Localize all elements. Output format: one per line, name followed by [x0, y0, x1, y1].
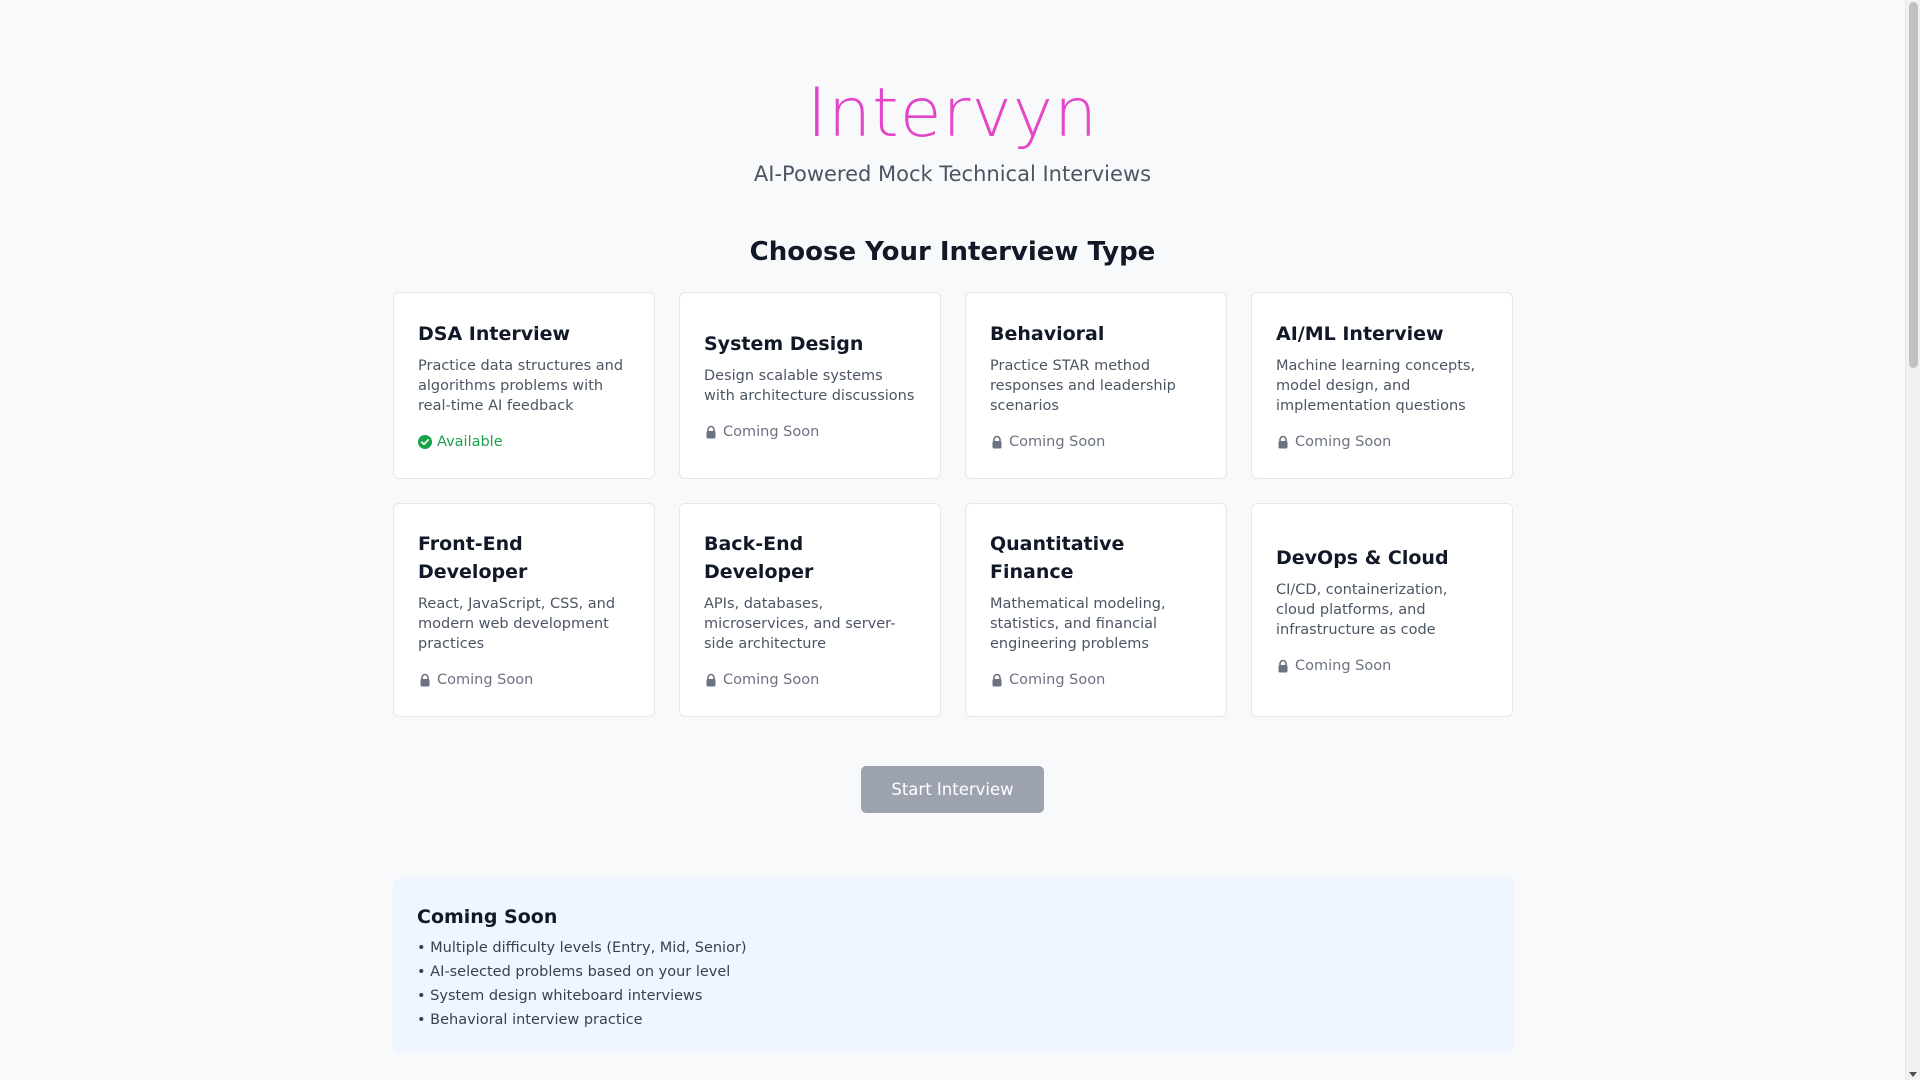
status-badge: Coming Soon — [990, 670, 1202, 690]
scrollbar-thumb[interactable] — [1909, 2, 1918, 368]
status-label: Coming Soon — [723, 672, 820, 688]
card-front-end-developer[interactable]: Front-End Developer React, JavaScript, C… — [393, 503, 655, 717]
card-ai-ml-interview[interactable]: AI/ML Interview Machine learning concept… — [1251, 292, 1513, 479]
list-item: • AI-selected problems based on your lev… — [417, 964, 731, 980]
card-system-design[interactable]: System Design Design scalable systems wi… — [679, 292, 941, 479]
page-scrollbar[interactable] — [1905, 0, 1920, 1080]
status-label: Coming Soon — [437, 672, 534, 688]
section-title: Choose Your Interview Type — [749, 237, 1156, 267]
list-item: • Behavioral interview practice — [417, 1012, 643, 1028]
status-label: Available — [437, 433, 503, 450]
coming-soon-title: Coming Soon — [417, 906, 558, 928]
app-logo: Intervyn — [0, 74, 1905, 154]
card-description: CI/CD, containerization, cloud platforms… — [1276, 582, 1448, 638]
page: Intervyn AI-Powered Mock Technical Inter… — [0, 0, 1905, 1080]
card-description: Practice data structures and algorithms … — [418, 357, 624, 414]
status-badge: Coming Soon — [704, 422, 916, 442]
card-description: APIs, databases, microservices, and serv… — [704, 596, 896, 652]
card-description: Machine learning concepts, model design,… — [1276, 357, 1476, 414]
status-label: Coming Soon — [1295, 433, 1392, 450]
status-badge: Coming Soon — [990, 432, 1202, 452]
status-badge: Coming Soon — [418, 670, 630, 690]
check-circle-icon — [418, 434, 432, 449]
card-devops-cloud[interactable]: DevOps & Cloud CI/CD, containerization, … — [1251, 503, 1513, 717]
card-description: Practice STAR method responses and leade… — [990, 357, 1176, 414]
card-quantitative-finance[interactable]: Quantitative Finance Mathematical modeli… — [965, 503, 1227, 717]
card-dsa-interview[interactable]: DSA Interview Practice data structures a… — [393, 292, 655, 479]
card-title: DSA Interview — [418, 322, 571, 345]
start-interview-button[interactable]: Start Interview — [861, 766, 1044, 813]
card-behavioral[interactable]: Behavioral Practice STAR method response… — [965, 292, 1227, 479]
lock-icon — [992, 435, 1002, 448]
scroll-down-arrow-icon[interactable] — [1909, 1072, 1917, 1077]
list-item: • System design whiteboard interviews — [417, 988, 703, 1004]
status-label: Coming Soon — [723, 423, 820, 440]
lock-icon — [1278, 659, 1288, 673]
lock-icon — [420, 673, 430, 687]
card-title: AI/ML Interview — [1276, 322, 1444, 345]
lock-icon — [706, 425, 716, 438]
coming-soon-panel: Coming Soon • Multiple difficulty levels… — [393, 878, 1514, 1054]
tagline: AI-Powered Mock Technical Interviews — [753, 162, 1152, 186]
lock-icon — [1278, 435, 1288, 448]
lock-icon — [992, 673, 1002, 687]
status-label: Coming Soon — [1009, 433, 1106, 450]
status-badge: Coming Soon — [704, 670, 916, 690]
status-label: Coming Soon — [1009, 672, 1106, 688]
interview-type-grid: DSA Interview Practice data structures a… — [393, 292, 1514, 717]
card-title: Quantitative Finance — [990, 533, 1125, 583]
card-back-end-developer[interactable]: Back-End Developer APIs, databases, micr… — [679, 503, 941, 717]
status-badge: Available — [418, 432, 630, 452]
card-title: Behavioral — [990, 322, 1105, 345]
list-item: • Multiple difficulty levels (Entry, Mid… — [417, 940, 747, 956]
card-title: System Design — [704, 332, 864, 355]
status-label: Coming Soon — [1295, 658, 1392, 674]
status-badge: Coming Soon — [1276, 656, 1488, 676]
card-description: Mathematical modeling, statistics, and f… — [990, 596, 1166, 652]
card-description: Design scalable systems with architectur… — [704, 367, 915, 404]
card-description: React, JavaScript, CSS, and modern web d… — [418, 596, 616, 652]
card-title: Front-End Developer — [418, 533, 528, 583]
lock-icon — [706, 673, 716, 687]
card-title: Back-End Developer — [704, 533, 814, 583]
card-title: DevOps & Cloud — [1276, 547, 1449, 569]
status-badge: Coming Soon — [1276, 432, 1488, 452]
